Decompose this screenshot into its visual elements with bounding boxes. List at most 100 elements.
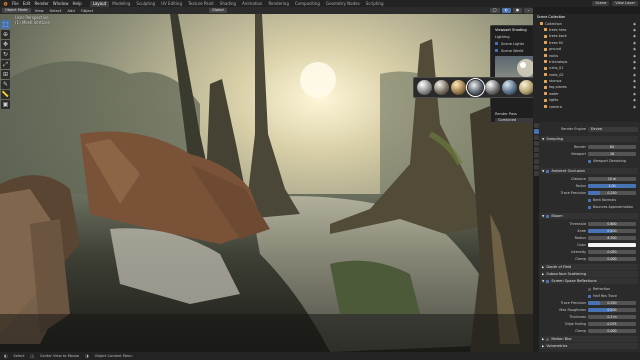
tool-tab-icon[interactable] — [533, 123, 539, 128]
eye-icon[interactable]: ◉ — [633, 105, 636, 109]
eye-icon[interactable]: ◉ — [633, 98, 636, 102]
check-icon[interactable] — [546, 169, 550, 173]
menu-window[interactable]: Window — [51, 1, 71, 6]
menu-help[interactable]: Help — [70, 1, 83, 6]
view-menu[interactable]: View — [33, 8, 46, 13]
transform-orientation-dropdown[interactable]: Global — [209, 8, 227, 13]
workspace-tab-compositing[interactable]: Compositing — [292, 1, 323, 7]
eye-icon[interactable]: ◉ — [633, 47, 636, 51]
workspace-tab-rendering[interactable]: Rendering — [265, 1, 291, 7]
workspace-tab-shading[interactable]: Shading — [217, 1, 239, 7]
half-res-checkbox[interactable]: Half Res Trace — [588, 293, 617, 299]
transform-tool-icon[interactable]: ⊞ — [1, 70, 10, 79]
eye-icon[interactable]: ◉ — [633, 34, 636, 38]
rendered-shading-button[interactable]: ● — [512, 8, 522, 13]
hdri-ball-3[interactable] — [451, 80, 466, 95]
workspace-tab-uv-editing[interactable]: UV Editing — [158, 1, 185, 7]
workspace-tab-modeling[interactable]: Modeling — [109, 1, 133, 7]
menu-edit[interactable]: Edit — [21, 1, 33, 6]
hdri-ball-5[interactable] — [485, 80, 500, 95]
scale-tool-icon[interactable]: ⤢ — [1, 60, 10, 69]
outliner-item[interactable]: camera ◉ — [533, 103, 640, 109]
workspace-tab-layout[interactable]: Layout — [89, 0, 110, 7]
bloom-clamp-field[interactable]: 0.000 — [588, 256, 636, 262]
hdri-ball-1[interactable] — [417, 80, 432, 95]
world-tab-icon[interactable] — [533, 153, 539, 158]
bounces-approx-checkbox[interactable]: Bounces Approximation — [588, 204, 633, 210]
output-tab-icon[interactable] — [533, 135, 539, 140]
eye-icon[interactable]: ◉ — [633, 28, 636, 32]
eye-icon[interactable]: ◉ — [633, 22, 636, 26]
dof-panel-header[interactable]: ▶ Depth of Field — [540, 264, 638, 270]
material-shading-button[interactable]: ◐ — [501, 8, 511, 13]
ao-precision-slider[interactable]: 0.250 — [588, 190, 636, 196]
object-menu[interactable]: Object — [79, 8, 95, 13]
volumetrics-panel-header[interactable]: ▶ Volumetrics — [540, 343, 638, 349]
annotate-tool-icon[interactable]: ✎ — [1, 80, 10, 89]
eye-icon[interactable]: ◉ — [633, 41, 636, 45]
view-layer-tab-icon[interactable] — [533, 141, 539, 146]
workspace-tab-animation[interactable]: Animation — [239, 1, 265, 7]
ao-factor-slider[interactable]: 1.00 — [588, 183, 636, 189]
solid-shading-button[interactable]: ◯ — [489, 8, 500, 13]
ssr-fade-field[interactable]: 0.075 — [588, 321, 636, 327]
render-tab-icon[interactable] — [533, 129, 539, 134]
add-menu[interactable]: Add — [65, 8, 76, 13]
bloom-radius-field[interactable]: 6.500 — [588, 235, 636, 241]
modifier-tab-icon[interactable] — [533, 165, 539, 170]
check-icon[interactable] — [546, 279, 550, 283]
eye-icon[interactable]: ◉ — [633, 60, 636, 64]
rotate-tool-icon[interactable]: ↻ — [1, 50, 10, 59]
bloom-threshold-field[interactable]: 0.800 — [588, 221, 636, 227]
render-samples-field[interactable]: 64 — [588, 144, 636, 150]
hdri-ball-6[interactable] — [502, 80, 517, 95]
mode-dropdown[interactable]: Object Mode — [2, 8, 31, 13]
scene-tab-icon[interactable] — [533, 147, 539, 152]
workspace-tab-geometry-nodes[interactable]: Geometry Nodes — [323, 1, 363, 7]
bloom-intensity-field[interactable]: 0.050 — [588, 249, 636, 255]
ssr-thickness-field[interactable]: 0.2 m — [588, 314, 636, 320]
workspace-tab-scripting[interactable]: Scripting — [363, 1, 387, 7]
ao-panel-header[interactable]: ▼ Ambient Occlusion — [540, 168, 638, 174]
ao-distance-field[interactable]: 10 m — [588, 176, 636, 182]
refraction-checkbox[interactable]: Refraction — [588, 286, 610, 292]
object-tab-icon[interactable] — [533, 159, 539, 164]
workspace-tab-texture-paint[interactable]: Texture Paint — [185, 1, 217, 7]
move-tool-icon[interactable]: ✥ — [1, 40, 10, 49]
ssr-panel-header[interactable]: ▼ Screen Space Reflections — [540, 278, 638, 284]
bloom-panel-header[interactable]: ▼ Bloom — [540, 213, 638, 219]
ssr-roughness-slider[interactable]: 0.500 — [588, 307, 636, 313]
add-cube-tool-icon[interactable]: ▣ — [1, 100, 10, 109]
eye-icon[interactable]: ◉ — [633, 73, 636, 77]
cursor-tool-icon[interactable]: ⊕ — [1, 30, 10, 39]
scene-selector[interactable]: Scene — [592, 1, 610, 6]
sss-panel-header[interactable]: ▶ Subsurface Scattering — [540, 271, 638, 277]
select-menu[interactable]: Select — [48, 8, 64, 13]
blender-logo-icon[interactable] — [2, 1, 8, 6]
eye-icon[interactable]: ◉ — [633, 54, 636, 58]
viewport-denoising-checkbox[interactable]: Viewport Denoising — [588, 158, 626, 164]
workspace-tab-sculpting[interactable]: Sculpting — [133, 1, 158, 7]
menu-file[interactable]: File — [10, 1, 21, 6]
bent-normals-checkbox[interactable]: Bent Normals — [588, 197, 616, 203]
eye-icon[interactable]: ◉ — [633, 92, 636, 96]
check-icon[interactable] — [546, 337, 550, 341]
ssr-precision-slider[interactable]: 0.250 — [588, 300, 636, 306]
measure-tool-icon[interactable]: 📏 — [1, 90, 10, 99]
eye-icon[interactable]: ◉ — [633, 85, 636, 89]
bloom-color-swatch[interactable] — [588, 242, 636, 248]
shading-options-chevron-icon[interactable]: ⌄ — [523, 8, 533, 13]
select-box-tool-icon[interactable]: ⬚ — [1, 20, 10, 29]
material-tab-icon[interactable] — [533, 171, 539, 176]
eye-icon[interactable]: ◉ — [633, 79, 636, 83]
motion-blur-panel-header[interactable]: ▶ Motion Blur — [540, 336, 638, 342]
bloom-knee-slider[interactable]: 0.500 — [588, 228, 636, 234]
ssr-clamp-field[interactable]: 0.000 — [588, 328, 636, 334]
hdri-ball-2[interactable] — [434, 80, 449, 95]
sampling-panel-header[interactable]: ▼ Sampling — [540, 136, 638, 142]
check-icon[interactable] — [546, 214, 550, 218]
view-layer-selector[interactable]: View Layer — [612, 1, 638, 6]
menu-render[interactable]: Render — [32, 1, 50, 6]
hdri-ball-4[interactable] — [466, 78, 485, 97]
3d-viewport[interactable]: User Perspective (1) Mesh.Vertices — [0, 14, 533, 352]
